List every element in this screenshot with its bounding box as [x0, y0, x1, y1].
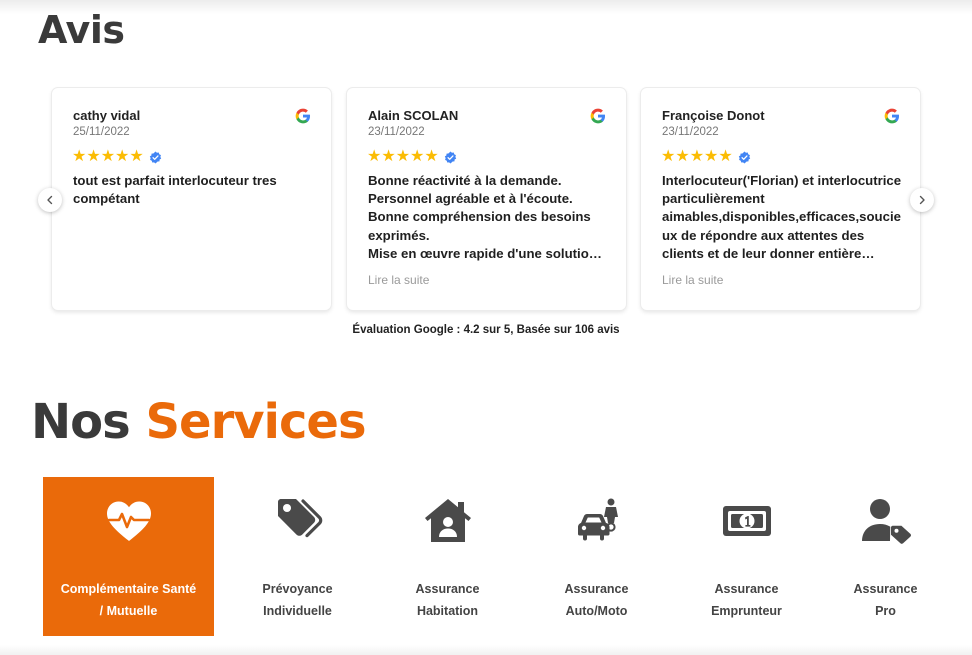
service-label: Complémentaire Santé / Mutuelle — [43, 578, 214, 622]
service-label-line2: Individuelle — [263, 604, 332, 618]
service-label-line2: Pro — [875, 604, 896, 618]
review-text: Interlocuteur('Florian) et interlocutric… — [662, 173, 902, 261]
service-complementaire-sante[interactable]: Complémentaire Santé / Mutuelle — [43, 477, 214, 636]
read-more-link[interactable]: Lire la suite — [368, 273, 429, 287]
review-date: 25/11/2022 — [73, 126, 130, 138]
service-label-line2: / Mutuelle — [99, 604, 158, 618]
tags-icon — [277, 499, 322, 538]
google-icon — [884, 108, 900, 124]
carousel-next-button[interactable] — [910, 188, 934, 212]
star-rating: ★ ★ ★ ★ ★ — [661, 149, 751, 165]
service-label-line2: Auto/Moto — [565, 604, 628, 618]
star-rating: ★ ★ ★ ★ ★ — [72, 149, 162, 165]
verified-icon — [149, 151, 161, 163]
read-more-link[interactable]: Lire la suite — [662, 273, 723, 287]
star-icon: ★ — [72, 148, 87, 165]
star-icon: ★ — [675, 148, 690, 165]
services-heading: Nos Services — [31, 394, 367, 450]
star-icon: ★ — [115, 148, 130, 165]
heart-pulse-icon — [106, 501, 151, 541]
house-user-icon — [424, 499, 471, 542]
star-icon: ★ — [704, 148, 719, 165]
service-label-line1: Assurance — [853, 582, 918, 596]
google-icon — [295, 108, 311, 124]
review-card: Alain SCOLAN 23/11/2022 ★ ★ ★ ★ ★ Bonne réac… — [347, 88, 626, 310]
review-text: Bonne réactivité à la demande. Personnel… — [368, 173, 597, 261]
reviewer-name: Françoise Donot — [662, 108, 765, 123]
service-prevoyance[interactable]: Prévoyance Individuelle — [212, 477, 383, 636]
verified-icon — [444, 151, 456, 163]
carousel-prev-button[interactable] — [38, 188, 62, 212]
money-bill-icon — [722, 506, 771, 536]
top-shadow — [0, 0, 972, 14]
service-label-line1: Prévoyance — [262, 582, 333, 596]
star-icon: ★ — [129, 148, 144, 165]
service-label: Assurance Habitation — [362, 578, 533, 622]
star-icon: ★ — [424, 148, 439, 165]
service-pro[interactable]: Assurance Pro — [800, 477, 971, 636]
google-icon — [590, 108, 606, 124]
services-heading-part2: Services — [145, 394, 366, 450]
bottom-shadow — [0, 645, 972, 655]
car-motorcycle-icon — [577, 498, 618, 541]
review-text: tout est parfait interlocuteur tres comp… — [73, 173, 277, 207]
star-icon: ★ — [86, 148, 101, 165]
verified-icon — [738, 151, 750, 163]
review-card: cathy vidal 25/11/2022 ★ ★ ★ ★ ★ tout est pa… — [52, 88, 331, 310]
service-label-line1: Complémentaire Santé — [60, 582, 197, 596]
service-habitation[interactable]: Assurance Habitation — [362, 477, 533, 636]
review-date: 23/11/2022 — [662, 126, 719, 138]
star-icon: ★ — [395, 148, 411, 165]
service-label-line1: Assurance — [415, 582, 480, 596]
review-date: 23/11/2022 — [368, 126, 425, 138]
star-icon: ★ — [100, 148, 116, 165]
service-label: Prévoyance Individuelle — [212, 578, 383, 622]
service-label: Assurance Pro — [800, 578, 971, 622]
chevron-right-icon — [919, 195, 925, 205]
user-tag-icon — [861, 499, 911, 544]
review-card: Françoise Donot 23/11/2022 ★ ★ ★ ★ ★ Interlo… — [641, 88, 920, 310]
service-label: Assurance Auto/Moto — [511, 578, 682, 622]
service-label-line1: Assurance — [564, 582, 629, 596]
star-icon: ★ — [661, 148, 676, 165]
reviewer-name: cathy vidal — [73, 108, 141, 123]
chevron-left-icon — [47, 195, 53, 205]
service-label-line2: Habitation — [416, 604, 479, 618]
star-rating: ★ ★ ★ ★ ★ — [367, 149, 457, 165]
star-icon: ★ — [718, 148, 733, 165]
star-icon: ★ — [689, 148, 705, 165]
services-heading-part1: Nos — [31, 394, 131, 450]
star-icon: ★ — [410, 148, 425, 165]
google-rating-summary: Évaluation Google : 4.2 sur 5, Basée sur… — [352, 324, 620, 336]
star-icon: ★ — [367, 148, 382, 165]
reviews-heading: Avis — [38, 8, 125, 52]
reviewer-name: Alain SCOLAN — [368, 108, 459, 123]
service-auto-moto[interactable]: Assurance Auto/Moto — [511, 477, 682, 636]
star-icon: ★ — [381, 148, 396, 165]
